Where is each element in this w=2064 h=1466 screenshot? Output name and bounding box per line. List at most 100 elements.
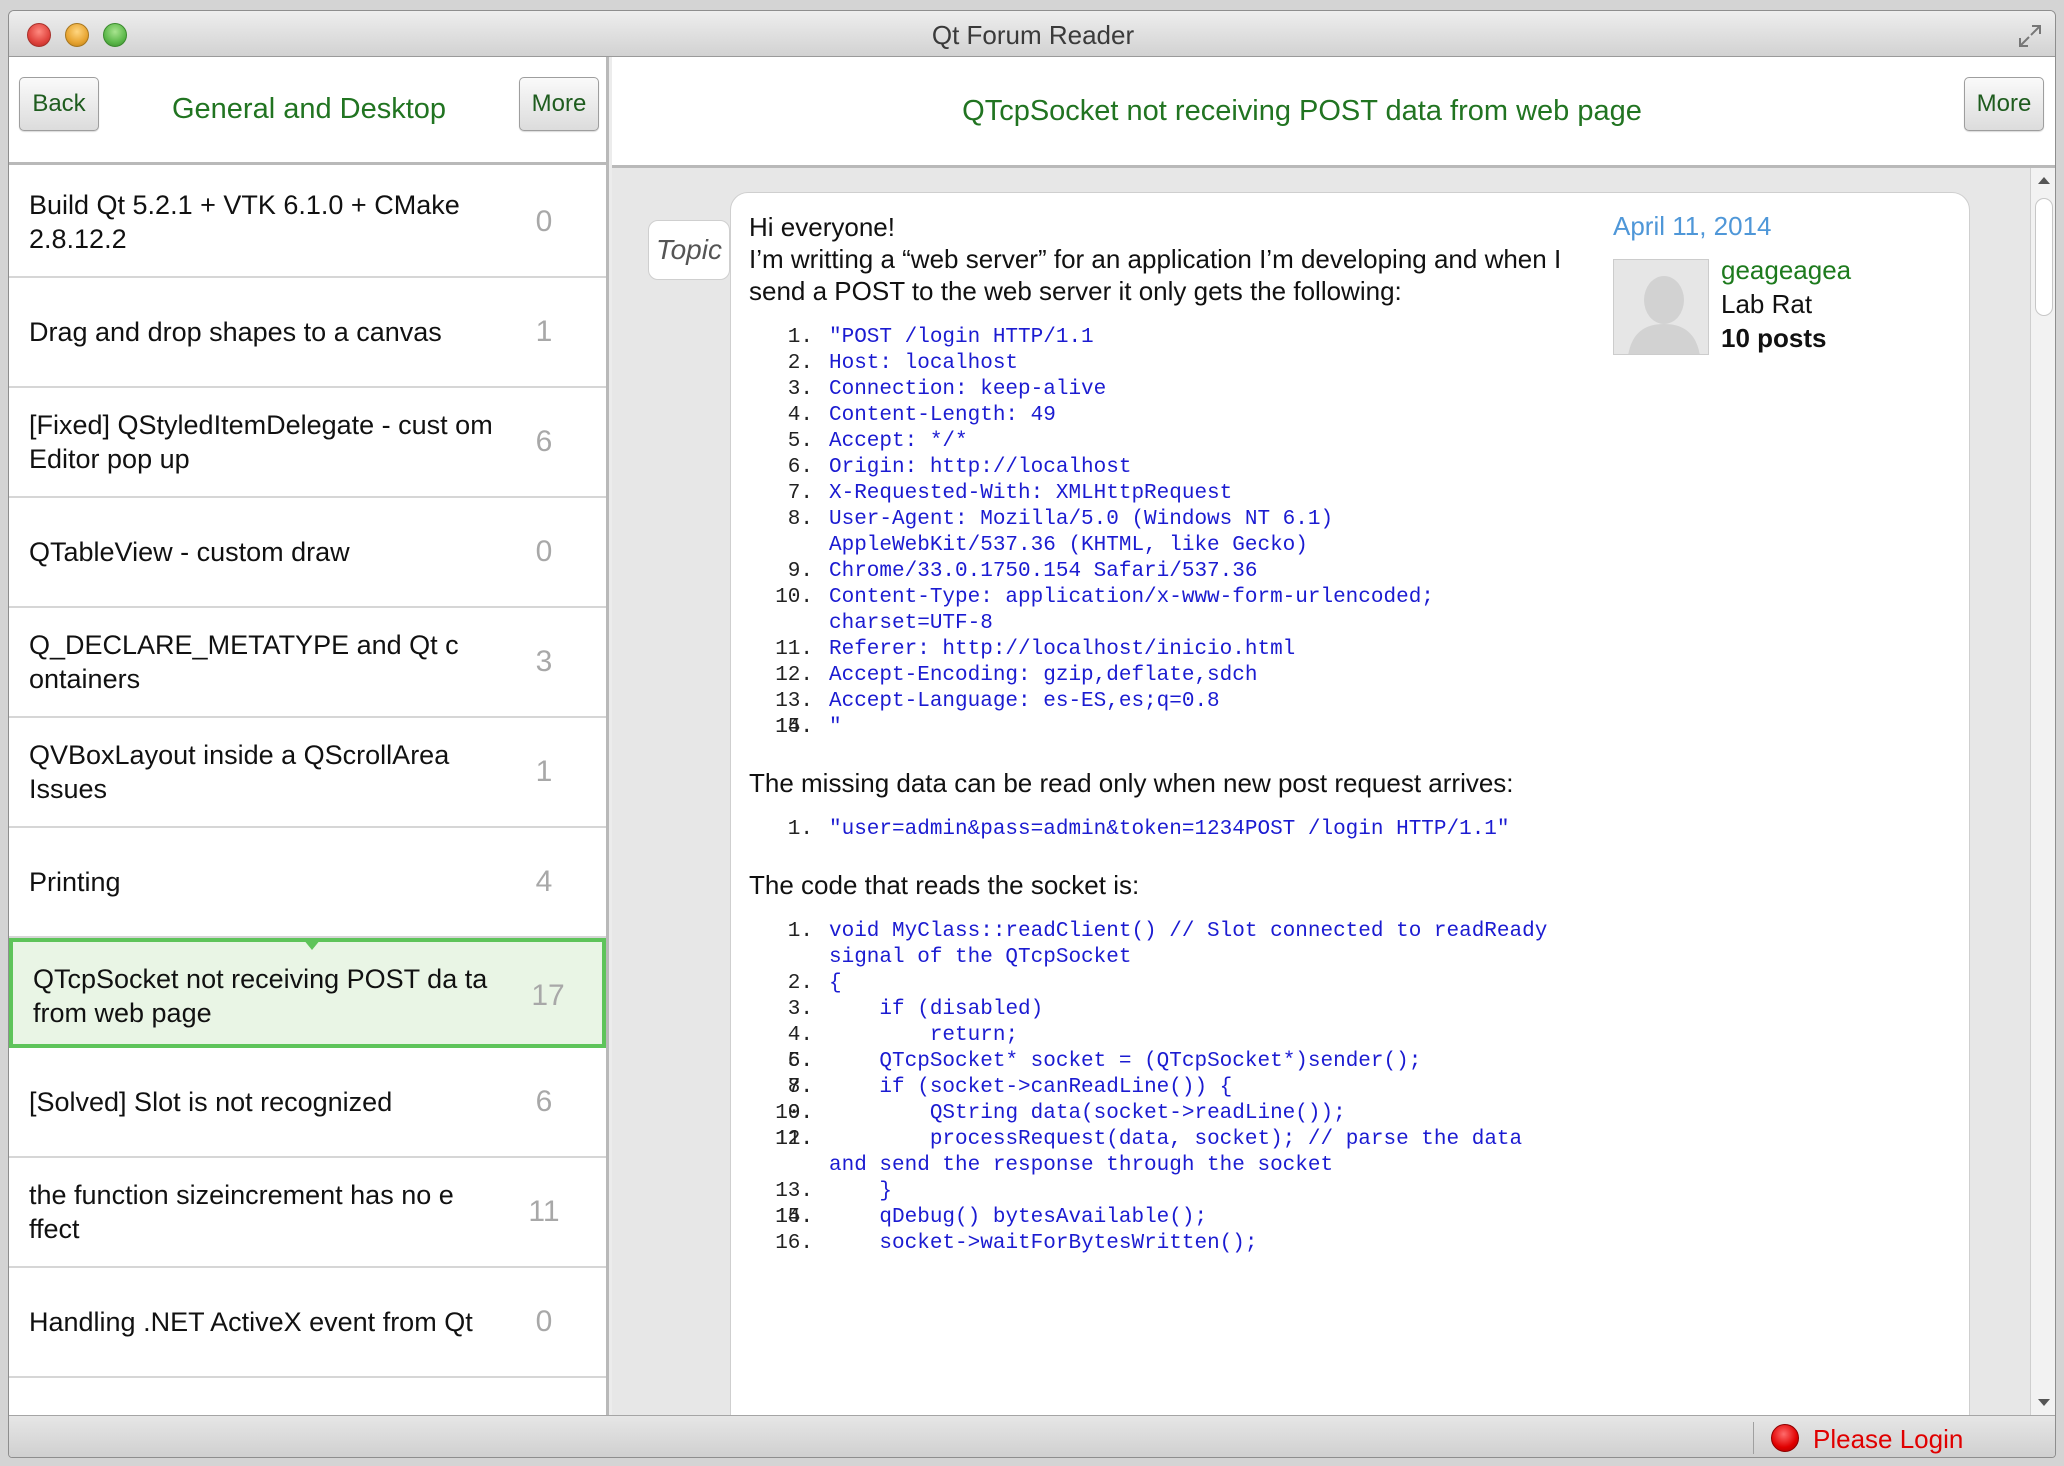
code-line-text: if (socket->canReadLine()) {	[829, 1076, 1233, 1099]
topic-item-reply-count: 1	[535, 315, 553, 348]
code-line: 2. Host: localhost	[749, 351, 1569, 377]
code-line-text: Content-Length: 49	[829, 404, 1056, 427]
code-line-number: 5.	[787, 430, 813, 453]
code-line-number: 16.	[775, 1232, 813, 1255]
topic-list-item[interactable]: Build Qt 5.2.1 + VTK 6.1.0 + CMake 2.8.1…	[9, 168, 606, 278]
topic-item-reply-count: 6	[535, 1085, 553, 1118]
topic-title: QTcpSocket not receiving POST data from …	[962, 95, 1642, 127]
code-line-text: QString data(socket->readLine());	[829, 1102, 1346, 1125]
author-post-count: 10 posts	[1721, 323, 1827, 353]
topic-item-title: the function sizeincrement has no e ffec…	[29, 1180, 454, 1244]
code-line-number: 1.	[787, 920, 813, 943]
code-line-text: Accept-Language: es-ES,es;q=0.8	[829, 690, 1220, 713]
topic-list-item[interactable]: the function sizeincrement has no e ffec…	[9, 1158, 606, 1268]
title-bar: Qt Forum Reader	[9, 11, 2055, 57]
login-status-text[interactable]: Please Login	[1813, 1424, 1963, 1455]
topic-item-title: [Solved] Slot is not recognized	[29, 1087, 393, 1117]
topic-item-title: Handling .NET ActiveX event from Qt	[29, 1307, 473, 1337]
scrollbar-thumb[interactable]	[2035, 198, 2053, 316]
login-status-icon	[1771, 1424, 1799, 1452]
code-line-text: "POST /login HTTP/1.1	[829, 326, 1094, 349]
code-line-number: 1.	[787, 326, 813, 349]
code-line-text: Chrome/33.0.1750.154 Safari/537.36	[829, 560, 1258, 583]
code-line-number: 11.	[775, 638, 813, 661]
topic-list-item[interactable]: Drag and drop shapes to a canvas 1	[9, 278, 606, 388]
topic-item-reply-count: 3	[535, 645, 553, 678]
code-line: 1. "user=admin&pass=admin&token=1234POST …	[749, 817, 1569, 843]
code-line-number: 7.	[787, 482, 813, 505]
code-line: 6. QTcpSocket* socket = (QTcpSocket*)sen…	[749, 1049, 1569, 1075]
code-line-number: 10.	[775, 586, 813, 609]
code-line-number: 12.	[775, 664, 813, 687]
code-line: 7. X-Requested-With: XMLHttpRequest	[749, 481, 1569, 507]
forum-category-title: General and Desktop	[171, 93, 447, 125]
code-line-number: 3.	[787, 998, 813, 1021]
code-line-number: 13.	[775, 690, 813, 713]
post-missing-data-text: The missing data can be read only when n…	[749, 768, 1514, 798]
content-scrollbar[interactable]	[2030, 168, 2056, 1415]
code-line-text: {	[829, 972, 842, 995]
post-content-area[interactable]: Topic Hi everyone! I’m writting a “web s…	[612, 168, 2030, 1415]
code-line-text: X-Requested-With: XMLHttpRequest	[829, 482, 1233, 505]
topic-list[interactable]: Build Qt 5.2.1 + VTK 6.1.0 + CMake 2.8.1…	[9, 168, 606, 1415]
topic-item-reply-count: 6	[535, 425, 553, 458]
topic-list-item[interactable]: QTableView - custom draw 0	[9, 498, 606, 608]
topic-item-title: Q_DECLARE_METATYPE and Qt c ontainers	[29, 630, 459, 694]
code-line: 13. Accept-Language: es-ES,es;q=0.8	[749, 689, 1569, 715]
topic-item-reply-count: 11	[528, 1195, 560, 1228]
fullscreen-icon[interactable]	[2017, 23, 2043, 49]
code-line: 4. Content-Length: 49	[749, 403, 1569, 429]
code-line-number: 1.	[787, 818, 813, 841]
topic-list-item[interactable]: [Fixed] QStyledItemDelegate - cust om Ed…	[9, 388, 606, 498]
topic-item-title: QTcpSocket not receiving POST da ta from…	[33, 964, 488, 1028]
scroll-down-arrow-icon[interactable]	[2031, 1389, 2056, 1415]
post-intro-line-1: Hi everyone!	[749, 212, 895, 242]
code-line-text: Referer: http://localhost/inicio.html	[829, 638, 1296, 661]
code-line-number: 8.	[787, 1076, 813, 1099]
topic-list-item[interactable]: Handling .NET ActiveX event from Qt 0	[9, 1268, 606, 1378]
topic-item-reply-count: 0	[535, 205, 553, 238]
code-line-text: }	[829, 1180, 893, 1203]
post-author[interactable]: geageagea	[1721, 255, 1851, 286]
code-line-text: Accept: */*	[829, 430, 968, 453]
user-silhouette-icon	[1614, 260, 1708, 354]
code-line-number: 4.	[787, 1024, 813, 1047]
code-line-text: User-Agent: Mozilla/5.0 (Windows NT 6.1)…	[829, 508, 1346, 557]
topic-list-item[interactable]: Q_DECLARE_METATYPE and Qt c ontainers 3	[9, 608, 606, 718]
topic-list-item[interactable]: QVBoxLayout inside a QScrollArea Issues 1	[9, 718, 606, 828]
topic-item-reply-count: 0	[535, 535, 553, 568]
avatar[interactable]	[1613, 259, 1709, 355]
code-line: 16. socket->waitForBytesWritten();	[749, 1231, 1569, 1257]
scroll-up-arrow-icon[interactable]	[2031, 168, 2056, 194]
code-line: 10. QString data(socket->readLine());	[749, 1101, 1569, 1127]
code-block-http-request: 1. "POST /login HTTP/1.1 2. Host: localhost…	[749, 325, 1569, 741]
topic-item-title: [Fixed] QStyledItemDelegate - cust om Ed…	[29, 410, 493, 474]
topic-list-item[interactable]: QTcpSocket not receiving POST da ta from…	[9, 938, 606, 1048]
code-line: 10. Content-Type: application/x-www-form-…	[749, 585, 1569, 637]
app-window: Qt Forum Reader Back General and Desktop…	[8, 10, 2056, 1458]
code-block-missing-data: 1. "user=admin&pass=admin&token=1234POST …	[749, 817, 1569, 843]
topic-list-item[interactable]: Printing 4	[9, 828, 606, 938]
code-line-number: 2.	[787, 972, 813, 995]
code-line: 4. return;	[749, 1023, 1569, 1049]
post-meta: April 11, 2014 geageagea Lab Rat 10 post…	[1613, 211, 1953, 355]
post-intro-line-2: I’m writting a “web server” for an appli…	[749, 244, 1562, 306]
code-line-number: 10.	[775, 1102, 813, 1125]
topic-item-title: Build Qt 5.2.1 + VTK 6.1.0 + CMake 2.8.1…	[29, 190, 460, 254]
code-line-text: Origin: http://localhost	[829, 456, 1132, 479]
status-bar: Please Login	[9, 1415, 2055, 1457]
topic-list-item[interactable]: How to identify which tab is selecte	[9, 1378, 606, 1415]
topic-item-reply-count: 4	[535, 865, 553, 898]
more-button-left[interactable]: More	[519, 77, 599, 131]
code-line: 8. User-Agent: Mozilla/5.0 (Windows NT 6.…	[749, 507, 1569, 559]
status-separator	[1753, 1422, 1754, 1454]
more-button-right[interactable]: More	[1964, 77, 2044, 131]
topic-list-item[interactable]: [Solved] Slot is not recognized 6	[9, 1048, 606, 1158]
code-line-text: "	[829, 716, 842, 739]
back-button[interactable]: Back	[19, 77, 99, 131]
code-line: 9. Chrome/33.0.1750.154 Safari/537.36	[749, 559, 1569, 585]
code-line: 13. }	[749, 1179, 1569, 1205]
code-line-text: Host: localhost	[829, 352, 1019, 375]
topic-item-title: How to identify which tab is selecte	[29, 1378, 499, 1415]
topic-item-title: QVBoxLayout inside a QScrollArea Issues	[29, 740, 450, 804]
